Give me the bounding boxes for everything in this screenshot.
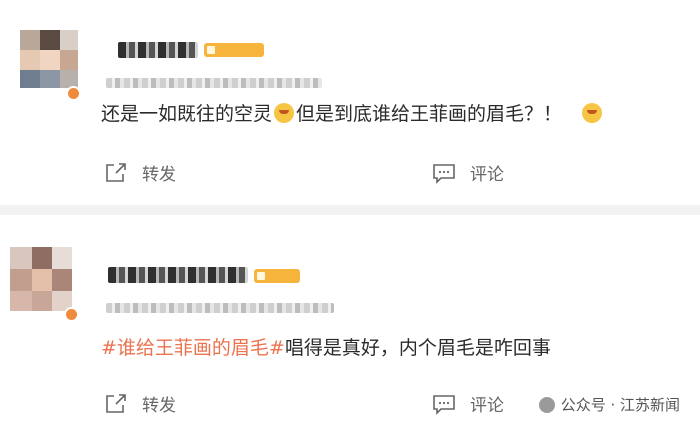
- post-meta-blurred: [106, 303, 334, 313]
- comment-button[interactable]: 评论: [432, 391, 504, 416]
- post-1: 还是一如既往的空灵 但是到底谁给王菲画的眉毛？！ 转发 评论: [0, 0, 700, 203]
- post-text-part-1: 还是一如既往的空灵: [101, 103, 273, 125]
- comment-icon: [433, 394, 455, 415]
- post-text: 还是一如既往的空灵 但是到底谁给王菲画的眉毛？！: [101, 100, 604, 128]
- post-text-body: 唱得是真好，内个眉毛是咋回事: [284, 337, 551, 359]
- verified-badge: [66, 86, 81, 101]
- member-badge: [254, 269, 300, 283]
- avatar[interactable]: [10, 247, 72, 311]
- watermark: 公众号 · 江苏新闻: [534, 392, 684, 417]
- avatar[interactable]: [20, 30, 78, 88]
- post-text: #谁给王菲画的眉毛#唱得是真好，内个眉毛是咋回事: [101, 334, 551, 362]
- comment-icon: [433, 163, 455, 184]
- repost-label: 转发: [142, 396, 176, 416]
- post-divider: [0, 205, 700, 215]
- comment-label: 评论: [470, 396, 504, 416]
- share-icon: [106, 162, 126, 182]
- share-icon: [106, 393, 126, 413]
- watermark-text: 公众号 · 江苏新闻: [560, 396, 680, 414]
- repost-button[interactable]: 转发: [104, 391, 176, 416]
- member-badge: [204, 43, 264, 57]
- verified-badge: [64, 307, 79, 322]
- repost-button[interactable]: 转发: [104, 160, 176, 185]
- tear-emoji-icon: [582, 103, 603, 123]
- comment-button[interactable]: 评论: [432, 160, 504, 185]
- post-meta-blurred: [106, 78, 322, 88]
- username-blurred[interactable]: [118, 42, 198, 58]
- username-blurred[interactable]: [108, 267, 248, 283]
- smile-emoji-icon: [274, 103, 295, 123]
- comment-label: 评论: [470, 165, 504, 185]
- repost-label: 转发: [142, 165, 176, 185]
- wechat-logo-icon: [538, 396, 555, 413]
- post-text-part-2: 但是到底谁给王菲画的眉毛？！: [296, 103, 563, 125]
- hashtag-link[interactable]: #谁给王菲画的眉毛#: [101, 337, 285, 359]
